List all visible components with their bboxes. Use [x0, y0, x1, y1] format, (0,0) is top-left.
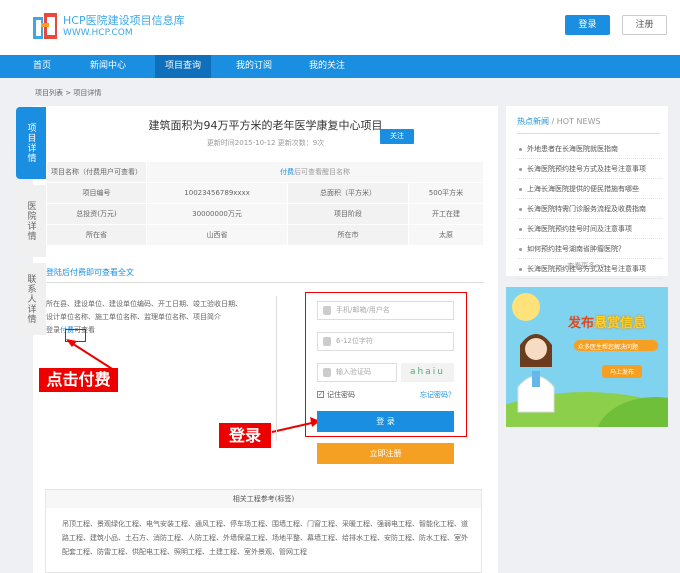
follow-button[interactable]: 关注: [380, 129, 414, 144]
nav-home[interactable]: 首页: [33, 55, 51, 78]
vertical-divider: [276, 296, 277, 441]
table-cell: 所在省: [46, 224, 147, 246]
hot-news-panel: 热点新闻 / HOT NEWS 外地患者在长海医院就医指南 长海医院预约挂号方式…: [506, 106, 668, 279]
lock-icon: [323, 337, 331, 346]
view-all-link[interactable]: 登陆后付费即可查看全文: [46, 267, 134, 278]
pay-line-pre: 登录: [46, 326, 60, 334]
annotation-click-pay: 点击付费: [39, 368, 118, 392]
related-projects: 相关工程参考(标签) 吊顶工程、景观绿化工程、电气安装工程、通风工程、停车场工程…: [45, 489, 482, 573]
news-item[interactable]: 如何预约挂号湖南省肿瘤医院？: [517, 239, 662, 259]
username-input[interactable]: 手机/邮箱/用户名: [317, 301, 454, 320]
project-name-value: 付费后可查看醒目名称: [146, 161, 484, 183]
register-button[interactable]: 立即注册: [317, 443, 454, 464]
tab-project-detail[interactable]: 项目详情: [16, 107, 46, 179]
password-input[interactable]: 6-12位字符: [317, 332, 454, 351]
project-name-label: 项目名称（付费用户可查看）: [46, 161, 147, 183]
news-item[interactable]: 外地患者在长海医院就医指南: [517, 139, 662, 159]
checkbox-icon[interactable]: ✓: [317, 390, 324, 398]
user-icon: [323, 306, 331, 315]
news-item[interactable]: 长海医院预约挂号时间及注意事项: [517, 219, 662, 239]
remember-checkbox[interactable]: ✓ 记住密码: [317, 390, 355, 400]
table-cell: 山西省: [145, 224, 289, 246]
table-cell: 总投资(万元): [46, 203, 147, 225]
ad-illustration: [506, 293, 668, 427]
project-info-table: 项目名称（付费用户可查看） 付费后可查看醒目名称 项目编号 1002345678…: [46, 161, 485, 246]
ad-publish-button[interactable]: 马上发布: [602, 367, 642, 376]
hcp-logo-icon: [33, 13, 57, 39]
more-news-link[interactable]: 查看更多>>: [506, 261, 668, 271]
forgot-password-link[interactable]: 忘记密码？: [420, 390, 455, 400]
hot-news-title: 热点新闻: [517, 117, 549, 126]
table-cell: 所在市: [287, 224, 409, 246]
news-item[interactable]: 长海医院特需门诊服务流程及收费指南: [517, 199, 662, 219]
divider: [517, 133, 660, 134]
bounty-ad-banner[interactable]: 发布悬赏信息 众多医生帮您解决问题 马上发布: [506, 287, 668, 427]
tab-contact-detail[interactable]: 联系人详情: [16, 263, 46, 335]
pay-highlight-box: [65, 329, 86, 342]
related-tags[interactable]: 吊顶工程、景观绿化工程、电气安装工程、通风工程、停车场工程、围墙工程、门窗工程、…: [62, 517, 472, 559]
table-cell: 太原: [407, 224, 485, 246]
brand-url: WWW.HCP.COM: [63, 28, 133, 38]
brand-name: HCP医院建设项目信息库: [63, 14, 185, 27]
hot-news-subtitle: / HOT NEWS: [551, 117, 601, 126]
table-cell: 项目阶段: [287, 203, 409, 225]
shield-icon: [323, 368, 331, 377]
captcha-placeholder: 输入验证码: [336, 368, 371, 376]
nav-project-search[interactable]: 项目查询: [155, 55, 212, 78]
header-register-button[interactable]: 注册: [622, 15, 667, 35]
hot-news-header: 热点新闻 / HOT NEWS: [517, 116, 601, 127]
header: HCP医院建设项目信息库 WWW.HCP.COM 登录 注册: [0, 0, 680, 55]
ad-title-a: 发布: [568, 316, 595, 331]
table-cell: 500平方米: [407, 182, 485, 204]
breadcrumb[interactable]: 项目列表 > 项目详情: [35, 88, 101, 98]
divider: [46, 282, 484, 283]
table-cell: 开工在建: [407, 203, 485, 225]
ad-subtitle: 众多医生帮您解决问题: [578, 344, 639, 351]
brand[interactable]: HCP医院建设项目信息库 WWW.HCP.COM: [63, 14, 185, 40]
nav-following[interactable]: 我的关注: [309, 55, 345, 78]
captcha-input[interactable]: 输入验证码: [317, 363, 397, 382]
ad-title: 发布悬赏信息: [568, 312, 646, 331]
news-list: 外地患者在长海医院就医指南 长海医院预约挂号方式及挂号注意事项 上海长海医院提供…: [517, 139, 662, 279]
nav-subscriptions[interactable]: 我的订阅: [236, 55, 272, 78]
table-cell: 总面积（平方米）: [287, 182, 409, 204]
main-nav: 首页 新闻中心 项目查询 我的订阅 我的关注: [0, 55, 680, 78]
update-info: 更新时间2015-10-12 更新次数：9次: [206, 139, 325, 147]
table-cell: 项目编号: [46, 182, 147, 204]
nav-news[interactable]: 新闻中心: [90, 55, 126, 78]
locked-fields-line: 所在县、建设单位、建设单位编码、开工日期、竣工验收日期、: [46, 300, 242, 308]
locked-fields-line: 设计单位名称、施工单位名称、监理单位名称、项目简介: [46, 313, 221, 321]
page-title: 建筑面积为94万平方米的老年医学康复中心项目: [148, 119, 383, 132]
table-cell: 10023456789xxxx: [145, 182, 289, 204]
username-placeholder: 手机/邮箱/用户名: [336, 306, 390, 314]
login-button[interactable]: 登 录: [317, 411, 454, 432]
news-item[interactable]: 上海长海医院提供的便民措施有哪些: [517, 179, 662, 199]
remember-label: 记住密码: [327, 391, 355, 399]
tab-hospital-detail[interactable]: 医院详情: [16, 185, 46, 257]
table-cell: 30000000万元: [145, 203, 289, 225]
header-login-button[interactable]: 登录: [565, 15, 610, 35]
related-title: 相关工程参考(标签): [46, 490, 481, 508]
password-placeholder: 6-12位字符: [336, 337, 373, 345]
annotation-login: 登录: [219, 423, 271, 448]
ad-title-b: 悬赏信息: [594, 316, 647, 331]
captcha-image[interactable]: ahaiu: [401, 363, 454, 382]
news-item[interactable]: 长海医院预约挂号方式及挂号注意事项: [517, 159, 662, 179]
